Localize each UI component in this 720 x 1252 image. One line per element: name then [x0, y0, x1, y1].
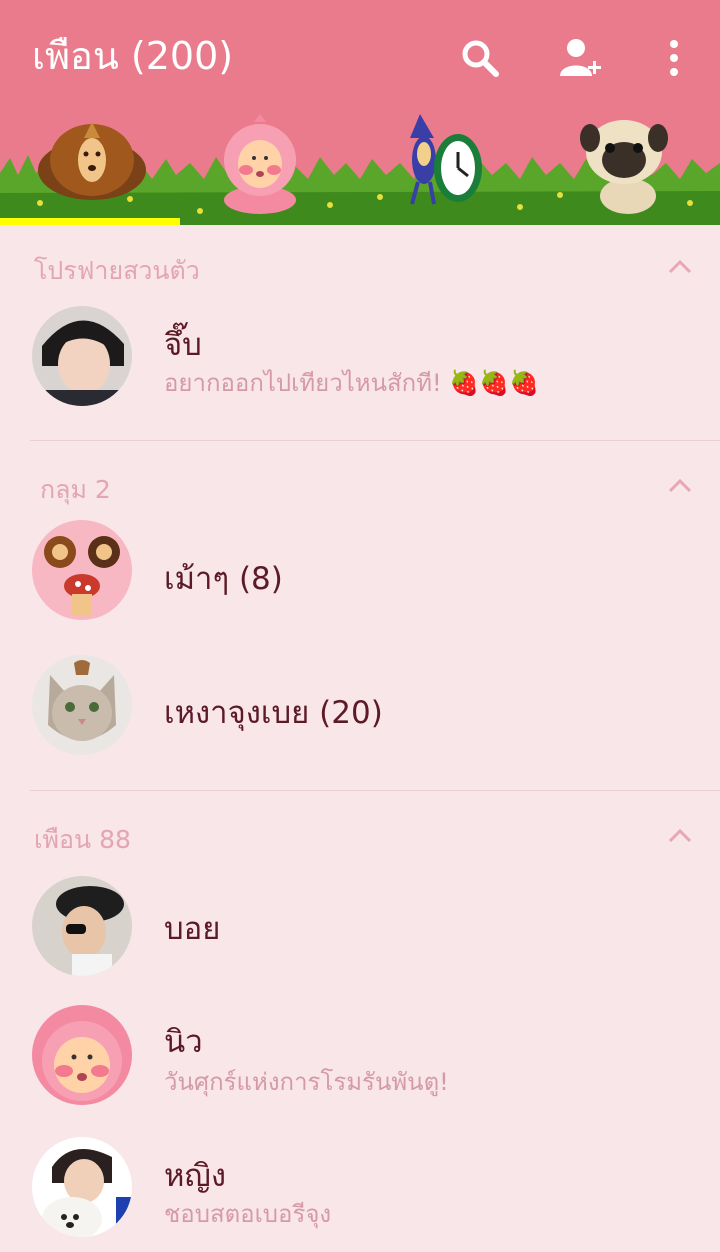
list-item[interactable]: บอย — [0, 861, 720, 991]
section-header-friends[interactable]: เพือน 88 — [0, 800, 720, 870]
group-name: เม้าๆ (8) — [164, 561, 283, 597]
divider — [30, 790, 720, 791]
group-name: เหงาจุงเบย (20) — [164, 695, 383, 731]
top-bar: เพือน (200) — [0, 0, 720, 225]
pug-dog-icon — [580, 120, 668, 214]
list-item[interactable]: เหงาจุงเบย (20) — [0, 640, 720, 770]
section-title: โปรฟายสวนตัว — [34, 256, 200, 285]
pink-hood-character-icon — [224, 114, 296, 214]
list-item[interactable]: นิว วันศุกร์แห่งการโรมรันพันตู! — [0, 990, 720, 1120]
more-vertical-icon — [670, 40, 678, 76]
contact-name: นิว — [164, 1024, 203, 1060]
status-text: อยากออกไปเทียวไหนสักที! — [164, 369, 442, 397]
strawberry-emoji: 🍓🍓🍓 — [449, 369, 539, 397]
avatar — [32, 655, 132, 755]
contact-status: ชอบสตอเบอรีจุง — [164, 1200, 332, 1228]
contact-status: วันศุกร์แห่งการโรมรันพันตู! — [164, 1068, 449, 1096]
selected-tab-indicator — [0, 218, 180, 225]
search-icon — [462, 40, 499, 77]
more-options-button[interactable] — [646, 30, 702, 86]
list-item[interactable]: หญิง ชอบสตอเบอรีจุง — [0, 1122, 720, 1252]
contact-name: หญิง — [164, 1158, 226, 1194]
section-title: กลุม 2 — [40, 475, 111, 504]
chestnut-character-icon — [38, 122, 146, 200]
sticker-tab-chestnut[interactable] — [0, 108, 180, 225]
section-title: เพือน 88 — [34, 825, 131, 854]
list-item[interactable]: เม้าๆ (8) — [0, 505, 720, 635]
sticker-tab-pink-hood[interactable] — [180, 108, 360, 225]
chevron-up-icon[interactable] — [666, 822, 694, 850]
sticker-tab-pug[interactable] — [540, 108, 720, 225]
sticker-tab-clock[interactable] — [360, 108, 540, 225]
add-friend-button[interactable] — [552, 30, 608, 86]
avatar — [32, 876, 132, 976]
chevron-up-icon[interactable] — [666, 253, 694, 281]
list-item[interactable]: จึ๊บ อยากออกไปเทียวไหนสักที! 🍓🍓🍓 — [0, 291, 720, 421]
add-friend-icon — [560, 39, 601, 76]
divider — [30, 440, 720, 441]
search-button[interactable] — [452, 30, 508, 86]
page-title: เพือน (200) — [32, 34, 234, 78]
avatar — [32, 520, 132, 620]
chevron-up-icon[interactable] — [666, 472, 694, 500]
avatar — [32, 306, 132, 406]
avatar — [32, 1137, 132, 1237]
contact-name: จึ๊บ — [164, 327, 202, 363]
clock-character-icon — [410, 114, 482, 205]
avatar — [32, 1005, 132, 1105]
contact-status: อยากออกไปเทียวไหนสักที! 🍓🍓🍓 — [164, 363, 539, 402]
contact-name: บอย — [164, 911, 221, 947]
